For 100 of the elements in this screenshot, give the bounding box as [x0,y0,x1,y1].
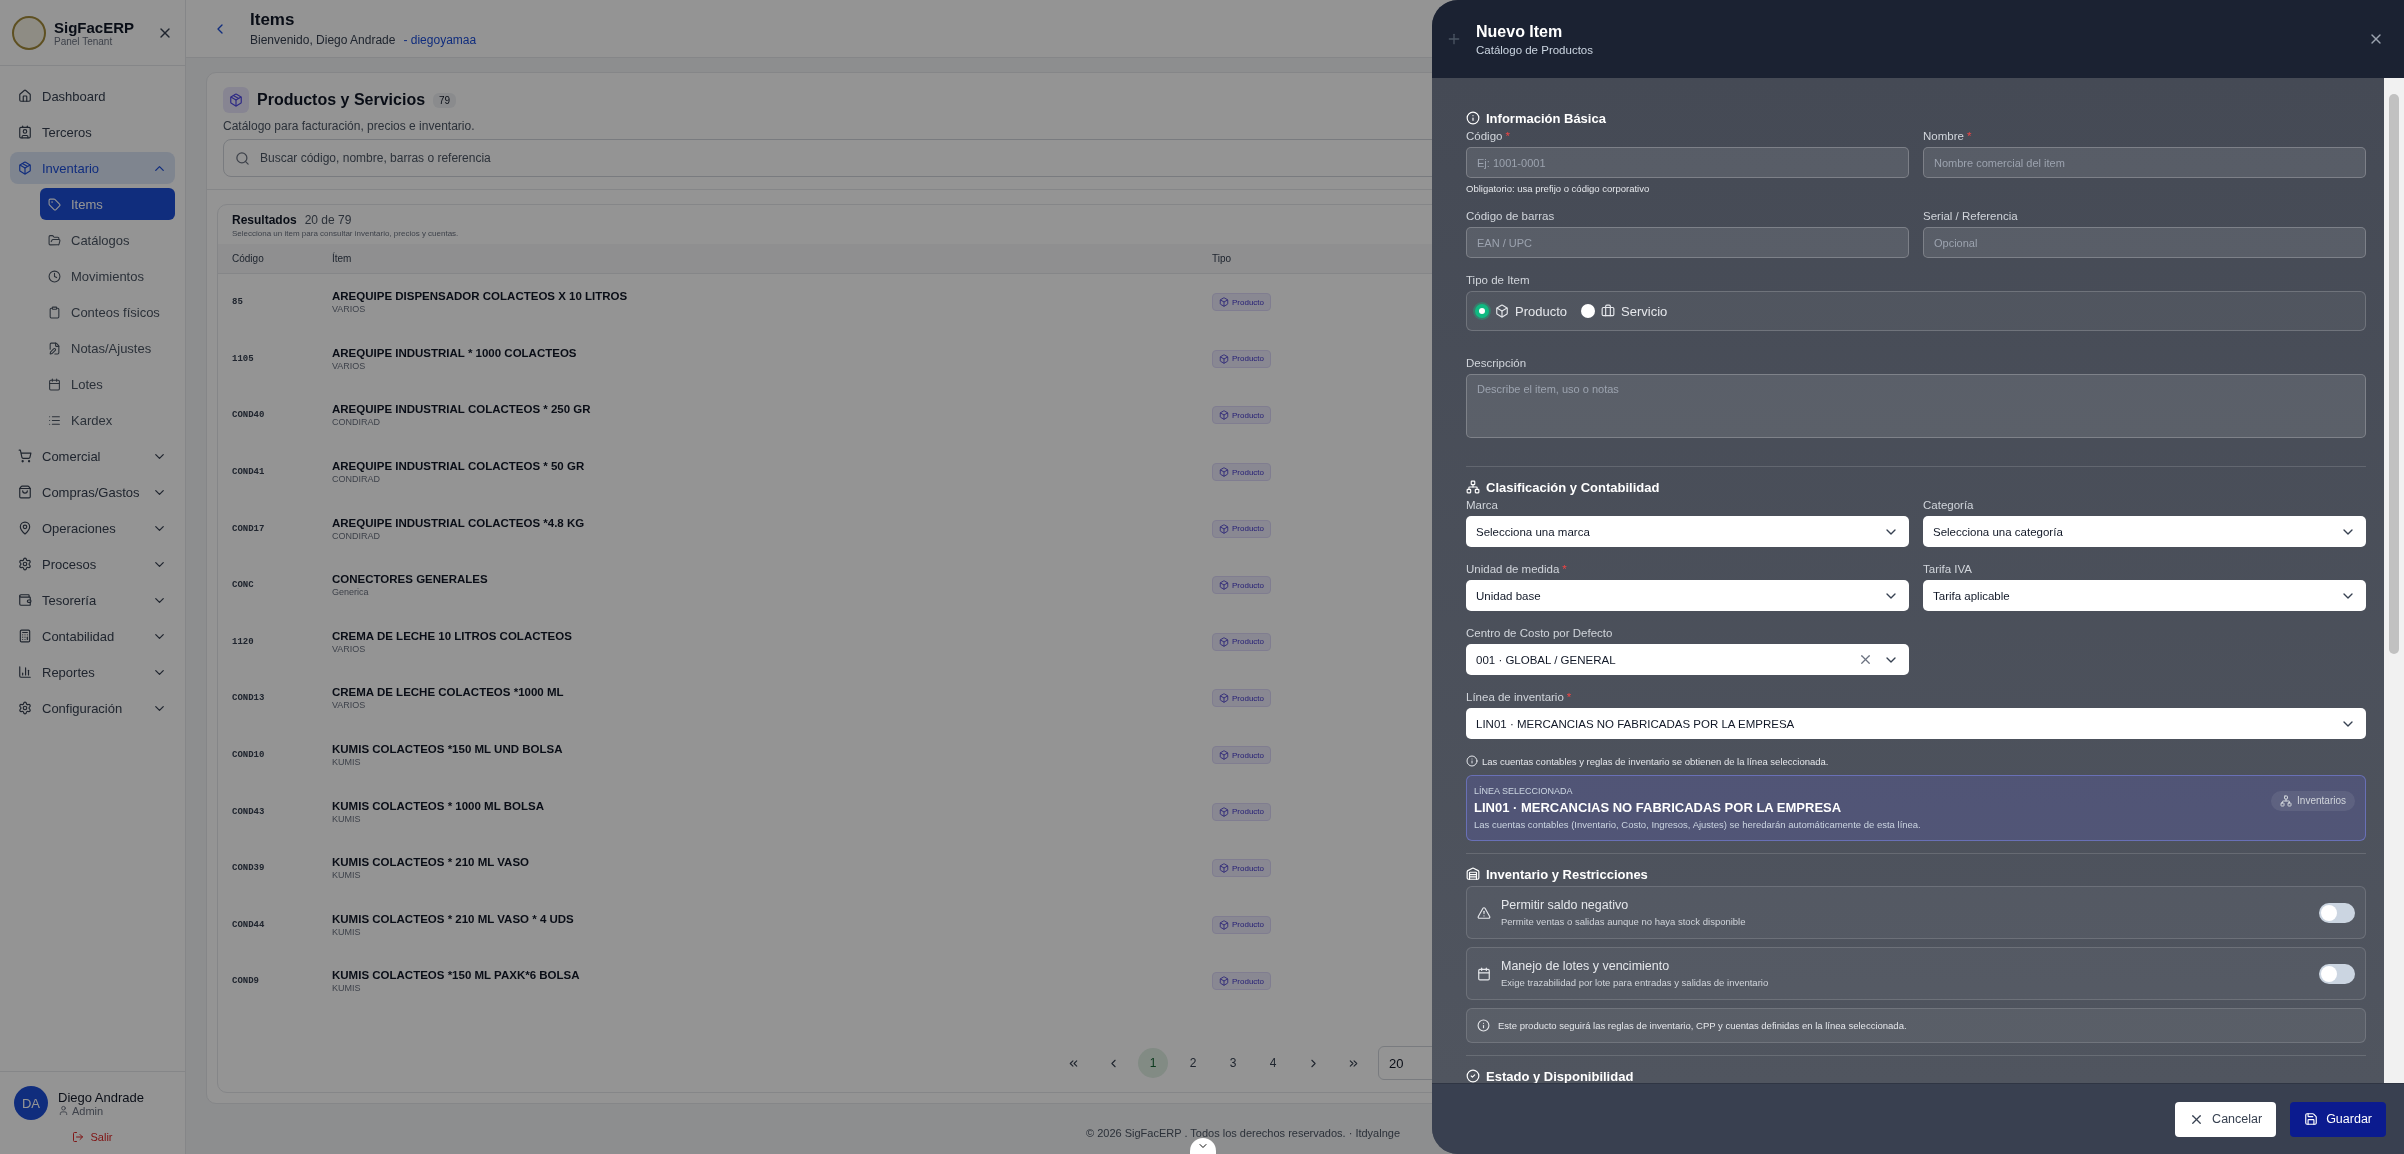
clipboard-icon [48,305,61,319]
line-title: LIN01 · MERCANCIAS NO FABRICADAS POR LA EMPRESA [1474,800,1843,815]
hierarchy-icon [2280,794,2293,807]
type-badge: Producto [1212,802,1272,821]
nav-item[interactable]: Procesos [10,548,175,580]
line-description: Las cuentas contables (Inventario, Costo, Ingresos, Ajustes) se heredarán automáticamente de esta línea. [1474,819,1922,830]
type-badge: Producto [1212,519,1272,538]
code-cell-text: COND40 [232,410,266,421]
calendar-icon [48,377,61,391]
wallet-icon [18,593,32,607]
bar-chart-icon [18,665,32,679]
cube-icon [1219,523,1229,534]
nav-item[interactable]: Dashboard [10,80,175,112]
type-badge: Producto [1212,859,1272,878]
toggle-switch[interactable] [2319,963,2355,984]
settings-icon [18,701,32,715]
catalog-subtitle: Catálogo para facturación, precios e inventario. [223,119,475,133]
item-group: VARIOS [332,700,1212,711]
code-cell-text: COND41 [232,467,266,478]
cube-icon [1219,353,1229,364]
field-label: Centro de Costo por Defecto [1466,627,1614,639]
cancel-button[interactable]: Cancelar [2175,1101,2277,1137]
type-badge: Producto [1212,972,1272,991]
clock-icon [48,269,61,283]
toggle-title: Manejo de lotes y vencimiento [1501,959,1671,973]
calculator-icon [18,629,32,643]
nav-subitem[interactable]: Conteos físicos [40,296,175,328]
nav-item[interactable]: Tesorería [10,584,175,616]
briefcase-icon [1601,304,1616,318]
results-title: Resultados [232,213,297,227]
code-cell-text: 1105 [232,353,255,364]
radio-option[interactable]: Servicio [1581,303,1668,319]
user-link[interactable]: - diegoyamaa [403,32,477,47]
select-field[interactable]: LIN01 · MERCANCIAS NO FABRICADAS POR LA EMPRESA [1466,708,2366,739]
item-group: CONDIRAD [332,530,1212,541]
nav-item[interactable]: Operaciones [10,512,175,544]
radio-option[interactable]: Producto [1475,303,1568,319]
page-button[interactable]: 3 [1218,1048,1248,1078]
scrollbar[interactable] [2384,78,2404,1083]
logout-icon [72,1131,85,1143]
nav-item[interactable]: Inventario [10,152,175,184]
nav-item[interactable]: Comercial [10,440,175,472]
code-cell-text: COND43 [232,806,266,817]
user-icon [58,1105,69,1116]
type-badge: Producto [1212,293,1272,312]
nav-subitem[interactable]: Catálogos [40,224,175,256]
item-group: VARIOS [332,643,1212,654]
code-cell-text: 1120 [232,636,255,647]
info-text: Este producto seguirá las reglas de inventario, CPP y cuentas definidas en la línea seleccionada. [1498,1020,1907,1031]
cube-icon [1219,976,1229,987]
nav-item[interactable]: Reportes [10,656,175,688]
nav-item[interactable]: Terceros [10,116,175,148]
page-title: Items [250,9,296,30]
cube-icon [18,161,32,175]
nav-item[interactable]: Configuración [10,692,175,724]
nav-item[interactable]: Compras/Gastos [10,476,175,508]
type-badge: Producto [1212,632,1272,651]
results-count: 20 de 79 [304,213,352,227]
item-name: AREQUIPE INDUSTRIAL COLACTEOS * 50 GR [332,460,586,473]
check-circle-icon [1466,1069,1480,1083]
nav-subitem[interactable]: Items [40,188,175,220]
type-badge: Producto [1212,463,1272,482]
nav-item[interactable]: Contabilidad [10,620,175,652]
nav-subitem[interactable]: Notas/Ajustes [40,332,175,364]
item-name: AREQUIPE INDUSTRIAL COLACTEOS * 250 GR [332,403,592,416]
field-hint: Obligatorio: usa prefijo o código corporativo [1466,183,1651,194]
select-field[interactable]: Tarifa aplicable [1923,580,2366,611]
count-badge: 79 [433,92,457,108]
plus-icon [1446,31,1462,47]
field-label: Nombre * [1923,130,1973,142]
select-field[interactable]: 001 · GLOBAL / GENERAL [1466,644,1909,675]
toggle-switch[interactable] [2319,902,2355,923]
list-icon [48,413,61,427]
avatar: DA [14,1086,48,1120]
info-icon [1466,755,1478,767]
field-label: Línea de inventario * [1466,691,1573,703]
save-icon [2304,1112,2319,1126]
page-button[interactable]: 4 [1258,1048,1288,1078]
drawer-title: Nuevo Item [1476,22,1564,41]
catalog-title: Productos y Servicios [257,91,426,109]
select-field[interactable]: Unidad base [1466,580,1909,611]
select-field[interactable]: Selecciona una marca [1466,516,1909,547]
page-button[interactable]: 1 [1138,1048,1168,1078]
code-cell-text: COND13 [232,693,266,704]
collapse-tab[interactable] [1190,1138,1216,1154]
save-button[interactable]: Guardar [2290,1101,2386,1137]
clear-icon[interactable] [1858,652,1873,667]
results-hint: Selecciona un item para consultar inventario, precios y cuentas. [232,229,459,238]
select-field[interactable]: Selecciona una categoría [1923,516,2366,547]
section-title: Clasificación y Contabilidad [1466,477,1660,497]
nav-subitem[interactable]: Kardex [40,404,175,436]
nav-subitem[interactable]: Lotes [40,368,175,400]
item-name: AREQUIPE INDUSTRIAL * 1000 COLACTEOS [332,346,578,359]
type-badge: Producto [1212,689,1272,708]
file-pen-icon [48,341,61,355]
item-name: CONECTORES GENERALES [332,573,489,586]
page-button[interactable]: 2 [1178,1048,1208,1078]
logout-button[interactable]: Salir [66,1130,119,1144]
cube-icon [1219,806,1229,817]
nav-subitem[interactable]: Movimientos [40,260,175,292]
